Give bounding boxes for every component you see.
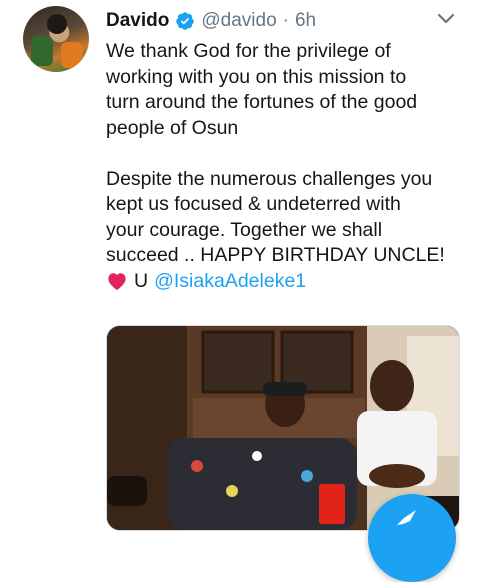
verified-badge-icon [176,12,195,30]
mention-prefix: U [134,269,149,292]
avatar-detail [61,42,83,68]
display-name[interactable]: Davido [106,10,169,32]
timestamp[interactable]: 6h [295,10,316,32]
tweet-paragraph-2: Despite the numerous challenges you kept… [106,167,445,267]
mention-link[interactable]: @IsiakaAdeleke1 [154,269,306,295]
tweet-text: We thank God for the privilege of workin… [106,39,471,294]
mention-line: U @IsiakaAdeleke1 [106,269,471,295]
red-heart-emoji-icon [108,273,126,291]
chevron-down-icon[interactable] [437,12,455,26]
tweet-paragraph-1: We thank God for the privilege of workin… [106,40,418,139]
separator-dot: · [282,10,289,31]
handle[interactable]: @davido [201,10,276,32]
avatar-detail [47,14,67,34]
avatar[interactable] [23,6,89,72]
compose-tweet-icon [397,510,416,525]
tweet-header: Davido @davido · 6h [106,8,316,34]
avatar-detail [31,36,53,66]
